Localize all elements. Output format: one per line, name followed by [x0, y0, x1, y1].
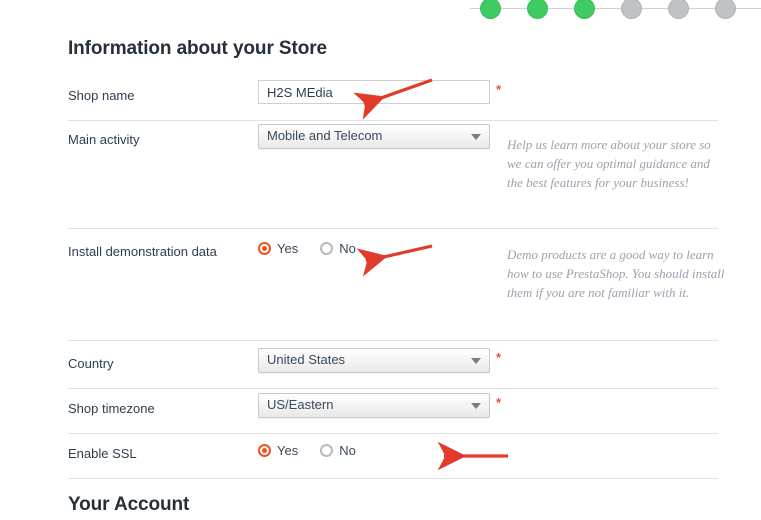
label-main-activity: Main activity	[68, 132, 140, 147]
shop-name-input[interactable]	[258, 80, 490, 104]
radio-icon-unchecked[interactable]	[320, 242, 334, 255]
page-title-store-information: Information about your Store	[68, 38, 327, 59]
install-demo-radio-yes[interactable]: Yes	[258, 241, 298, 256]
divider-3	[68, 340, 718, 341]
page-title-your-account: Your Account	[68, 494, 190, 515]
form-row-enable-ssl: Enable SSL Yes No	[68, 434, 718, 478]
enable-ssl-radio-yes-label: Yes	[277, 443, 299, 458]
radio-icon-unchecked[interactable]	[320, 444, 334, 457]
label-country: Country	[68, 356, 114, 371]
country-select[interactable]: United States	[258, 348, 490, 373]
timezone-select-value: US/Eastern	[267, 397, 334, 412]
country-select-value: United States	[267, 352, 346, 367]
installer-progress-stepper	[0, 0, 761, 19]
step-dot-1[interactable]	[480, 0, 501, 19]
chevron-down-icon	[471, 358, 481, 364]
step-dot-5[interactable]	[668, 0, 689, 19]
label-timezone: Shop timezone	[68, 401, 155, 416]
step-dot-6[interactable]	[715, 0, 736, 19]
enable-ssl-radio-yes[interactable]: Yes	[258, 443, 298, 458]
label-shop-name: Shop name	[68, 88, 135, 103]
chevron-down-icon	[471, 134, 481, 140]
chevron-down-icon	[471, 403, 481, 409]
main-activity-select[interactable]: Mobile and Telecom	[258, 124, 490, 149]
divider-6	[68, 478, 718, 479]
help-text-install-demo: Demo products are a good way to learn ho…	[507, 247, 725, 300]
step-dot-2[interactable]	[527, 0, 548, 19]
help-text-main-activity: Help us learn more about your store so w…	[507, 137, 711, 190]
radio-icon-checked[interactable]	[258, 242, 271, 255]
label-install-demo: Install demonstration data	[68, 244, 217, 259]
timezone-select[interactable]: US/Eastern	[258, 393, 490, 418]
enable-ssl-radio-no-label: No	[339, 443, 356, 458]
label-enable-ssl: Enable SSL	[68, 446, 137, 461]
install-demo-radio-no[interactable]: No	[320, 241, 356, 256]
required-marker-shop-name: *	[496, 82, 502, 97]
required-marker-timezone: *	[496, 395, 502, 410]
install-demo-radio-no-label: No	[339, 241, 356, 256]
install-demo-radio-group: Yes No	[258, 241, 378, 256]
form-row-timezone: Shop timezone US/Eastern *	[68, 389, 718, 433]
step-dot-3[interactable]	[574, 0, 595, 19]
radio-icon-checked[interactable]	[258, 444, 271, 457]
step-dot-4[interactable]	[621, 0, 642, 19]
main-activity-select-value: Mobile and Telecom	[267, 128, 383, 143]
divider-2	[68, 228, 718, 229]
enable-ssl-radio-group: Yes No	[258, 443, 378, 458]
form-row-country: Country United States *	[68, 344, 718, 388]
form-row-shop-name: Shop name *	[68, 76, 718, 120]
enable-ssl-radio-no[interactable]: No	[320, 443, 356, 458]
install-demo-radio-yes-label: Yes	[277, 241, 299, 256]
required-marker-country: *	[496, 350, 502, 365]
